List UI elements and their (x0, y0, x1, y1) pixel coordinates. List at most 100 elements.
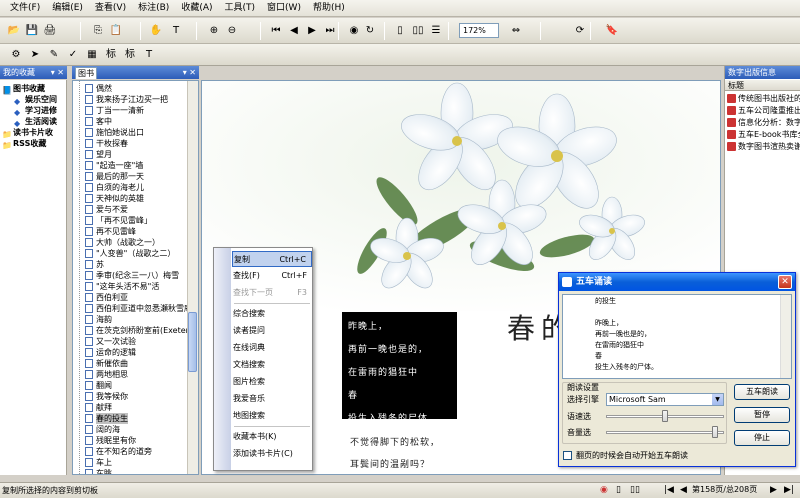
list-item[interactable]: 客中 (85, 116, 112, 127)
context-menu-item[interactable]: 图片检索 (232, 374, 312, 390)
context-menu-item[interactable]: 文档搜索 (232, 357, 312, 373)
menu-item[interactable]: 查看(V) (89, 0, 132, 17)
label-icon[interactable]: 标 (122, 47, 138, 63)
first-page-icon[interactable]: |◀ (664, 484, 674, 496)
stop-button[interactable]: 停止 (734, 430, 790, 446)
two-page-icon[interactable]: ▯▯ (630, 484, 640, 496)
news-item[interactable]: 五车公司隆重推出 (727, 105, 800, 116)
volume-slider[interactable] (712, 426, 719, 438)
pointer-icon[interactable]: ➤ (27, 47, 43, 63)
list-item[interactable]: 新催依曲 (85, 358, 128, 369)
list-item[interactable]: 施怕她说出口 (85, 127, 144, 138)
booklist-scrollbar[interactable] (187, 81, 198, 474)
list-item[interactable]: 献拜 (85, 402, 112, 413)
list-item[interactable]: 翻闻 (85, 380, 112, 391)
list-item[interactable]: 天神似的英雄 (85, 193, 144, 204)
list-item[interactable]: 「再不见雷峰」 (85, 215, 152, 226)
settings-icon[interactable]: ⚙ (8, 47, 24, 63)
next-page-icon[interactable]: ▶ (770, 484, 777, 496)
list-item[interactable]: 偶然 (85, 83, 112, 94)
list-item[interactable]: 我等候你 (85, 391, 128, 402)
read-text-box[interactable]: 的投生 昨晚上， 再前一晚也是的， 在雷雨的猖狂中春投生入残冬的尸体。 (562, 294, 792, 379)
check-icon[interactable]: ✓ (65, 47, 81, 63)
two-page-icon[interactable]: ▯▯ (410, 23, 426, 39)
hand-icon[interactable]: ✋ (148, 23, 164, 39)
list-item[interactable]: 干枚探春 (85, 138, 128, 149)
menu-item[interactable]: 收藏(A) (175, 0, 218, 17)
text-scrollbar[interactable] (780, 295, 791, 378)
last-page-icon[interactable]: ⏭ (322, 23, 338, 39)
column-header-title[interactable]: 标题 (725, 80, 800, 91)
pause-button[interactable]: 暂停 (734, 407, 790, 423)
zoom-field[interactable]: 172% (459, 23, 499, 38)
fit-width-icon[interactable]: ⇔ (508, 23, 524, 39)
save-icon[interactable]: 💾 (24, 23, 40, 39)
menu-item[interactable]: 帮助(H) (307, 0, 351, 17)
context-menu-item[interactable]: 添加读书卡片(C) (232, 446, 312, 462)
list-item[interactable]: 在茨克剑桥盼室前(Exeter) (85, 325, 192, 336)
list-item[interactable]: 海韵 (85, 314, 112, 325)
context-menu-item[interactable]: 查找(F) Ctrl+F (232, 268, 312, 284)
prev-page-icon[interactable]: ◀ (286, 23, 302, 39)
lips-icon[interactable]: ◉ (600, 484, 608, 496)
first-page-icon[interactable]: ⏮ (268, 23, 284, 39)
list-item[interactable]: "人变兽"（战歌之二） (85, 248, 175, 259)
close-icon[interactable]: ▾ ✕ (51, 66, 64, 79)
list-item[interactable]: 丁当一一清新 (85, 105, 144, 116)
context-menu-item[interactable]: 复制 Ctrl+C (232, 251, 312, 267)
read-button[interactable]: 五车朗读 (734, 384, 790, 400)
page-icon[interactable]: ▯ (392, 23, 408, 39)
tree-item[interactable]: ◆ 学习进修 (14, 105, 57, 117)
list-item[interactable]: 残眠里有你 (85, 435, 136, 446)
prev-page-icon[interactable]: ◀ (680, 484, 687, 496)
zoom-in-icon[interactable]: ⊕ (206, 23, 222, 39)
zoom-out-icon[interactable]: ⊖ (224, 23, 240, 39)
context-menu-item[interactable]: 收藏本书(K) (232, 429, 312, 445)
list-item[interactable]: "这年头活不易"活 (85, 281, 159, 292)
news-item[interactable]: 五车E-book书库全 (727, 129, 800, 140)
tab-books[interactable]: 图书 (75, 67, 97, 79)
list-item[interactable]: 爱与不爱 (85, 204, 128, 215)
list-item[interactable]: 再不见雷峰 (85, 226, 136, 237)
list-item[interactable]: 最后的那一天 (85, 171, 144, 182)
context-menu-item[interactable]: 地图搜索 (232, 408, 312, 424)
text-icon[interactable]: T (141, 47, 157, 63)
tree-item[interactable]: 📘 图书收藏 (2, 83, 45, 95)
tree-item[interactable]: 📁 读书卡片收 (2, 127, 53, 139)
menu-item[interactable]: 文件(F) (4, 0, 46, 17)
menu-item[interactable]: 编辑(E) (46, 0, 89, 17)
list-item[interactable]: 苏 (85, 259, 104, 270)
list-item[interactable]: 在不知名的道旁 (85, 446, 152, 457)
list-item[interactable]: 车眺 (85, 468, 112, 474)
list-item[interactable]: 车上 (85, 457, 112, 468)
chevron-down-icon[interactable]: ▼ (712, 394, 723, 405)
list-item[interactable]: 我来扬子江边买一把 (85, 94, 168, 105)
text-select-icon[interactable]: T (168, 23, 184, 39)
tree-item[interactable]: 📁 RSS收藏 (2, 138, 46, 150)
close-icon[interactable]: ▾ ✕ (183, 66, 196, 79)
booklist-scroll-thumb[interactable] (188, 312, 197, 372)
tree-item[interactable]: ◆ 娱乐空间 (14, 94, 57, 106)
paste-icon[interactable]: 📋 (108, 23, 124, 39)
menu-item[interactable]: 工具(T) (219, 0, 262, 17)
list-item[interactable]: 望月 (85, 149, 112, 160)
print-icon[interactable]: 🖨 (42, 23, 58, 39)
list-item[interactable]: 又一次试验 (85, 336, 136, 347)
list-item[interactable]: 季审(纪念三一八）梅雪 (85, 270, 179, 281)
context-menu-item[interactable]: 综合搜索 (232, 306, 312, 322)
close-icon[interactable]: ✕ (778, 275, 792, 289)
list-item[interactable]: 阔的海 (85, 424, 120, 435)
auto-read-checkbox[interactable] (563, 451, 572, 460)
list-item[interactable]: 白须的海老儿 (85, 182, 144, 193)
bookmark-icon[interactable]: 🔖 (604, 23, 620, 39)
tree-item[interactable]: ◆ 生活阅读 (14, 116, 57, 128)
rotate-icon[interactable]: ⟳ (572, 23, 588, 39)
context-menu-item[interactable]: 读者提问 (232, 323, 312, 339)
list-item[interactable]: 两地相思 (85, 369, 128, 380)
list-item[interactable]: 大帅（战歌之一） (85, 237, 160, 248)
list-item[interactable]: 西伯利亚 (85, 292, 128, 303)
page-icon[interactable]: ▯ (616, 484, 621, 496)
poem-selection[interactable]: 昨晚上， 再前一晚也是的， 在雷雨的猖狂中春投生入残冬的尸体。 (342, 312, 457, 424)
next-page-icon[interactable]: ▶ (304, 23, 320, 39)
engine-select[interactable]: Microsoft Sam ▼ (606, 393, 724, 406)
